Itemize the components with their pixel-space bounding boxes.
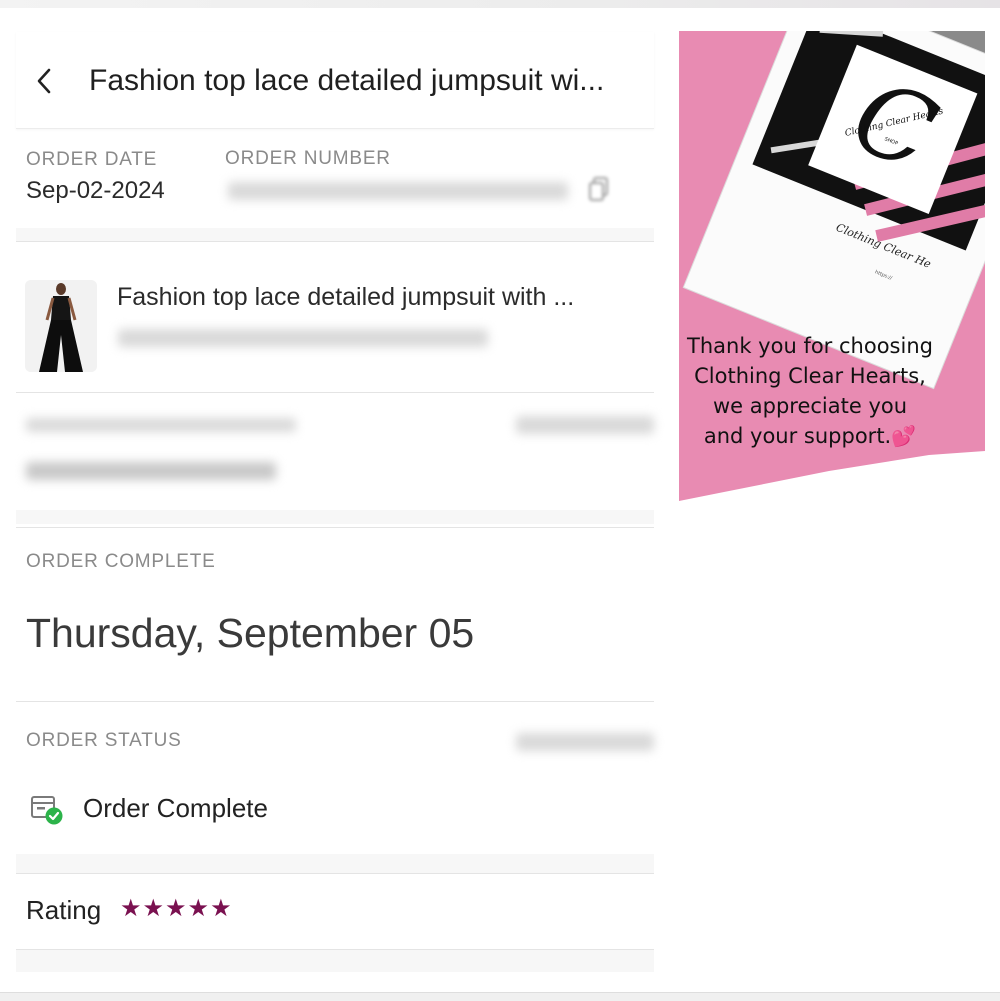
header-bar: Fashion top lace detailed jumpsuit wi... [16, 32, 654, 129]
divider [16, 527, 654, 528]
order-number-redacted [228, 182, 568, 200]
order-details-screen: Fashion top lace detailed jumpsuit wi...… [16, 32, 654, 972]
copy-icon[interactable] [588, 176, 610, 202]
back-chevron-icon[interactable] [34, 66, 54, 96]
promo-line-3: we appreciate you [712, 394, 908, 418]
section-gap [16, 950, 654, 972]
pricing-label-redacted [26, 418, 296, 432]
item-meta-redacted [118, 329, 488, 347]
order-complete-date: Thursday, September 05 [26, 610, 475, 656]
divider [16, 873, 654, 874]
order-status-label: ORDER STATUS [26, 730, 182, 751]
promo-message: Thank you for choosing Clothing Clear He… [677, 331, 943, 451]
order-complete-icon [31, 796, 63, 825]
promo-line-4-wrap: and your support.💕 [677, 421, 943, 451]
promo-line-2: Clothing Clear Hearts, [694, 364, 926, 388]
top-edge [0, 0, 1000, 8]
order-complete-label: ORDER COMPLETE [26, 551, 216, 572]
divider [16, 241, 654, 242]
order-number-label: ORDER NUMBER [225, 148, 391, 169]
page-title: Fashion top lace detailed jumpsuit wi... [89, 64, 605, 97]
section-gap [16, 510, 654, 524]
item-title[interactable]: Fashion top lace detailed jumpsuit with … [117, 283, 647, 312]
section-gap [16, 854, 654, 874]
earnings-redacted [26, 462, 276, 480]
promo-line-4: and your support. [703, 424, 892, 448]
product-thumbnail[interactable] [25, 280, 97, 372]
order-date-value: Sep-02-2024 [26, 177, 165, 204]
section-gap [16, 228, 654, 242]
rating-stars[interactable]: ★★★★★ [120, 894, 233, 923]
rating-label: Rating [26, 895, 102, 925]
order-status-text: Order Complete [83, 793, 268, 823]
order-date-label: ORDER DATE [26, 149, 158, 170]
divider [16, 701, 654, 702]
pricing-details-link-redacted[interactable] [516, 416, 654, 434]
divider [16, 392, 654, 393]
status-details-link-redacted[interactable] [516, 733, 654, 751]
jumpsuit-image [25, 280, 97, 372]
hearts-emoji: 💕 [891, 424, 917, 448]
promo-line-1: Thank you for choosing [687, 334, 933, 358]
